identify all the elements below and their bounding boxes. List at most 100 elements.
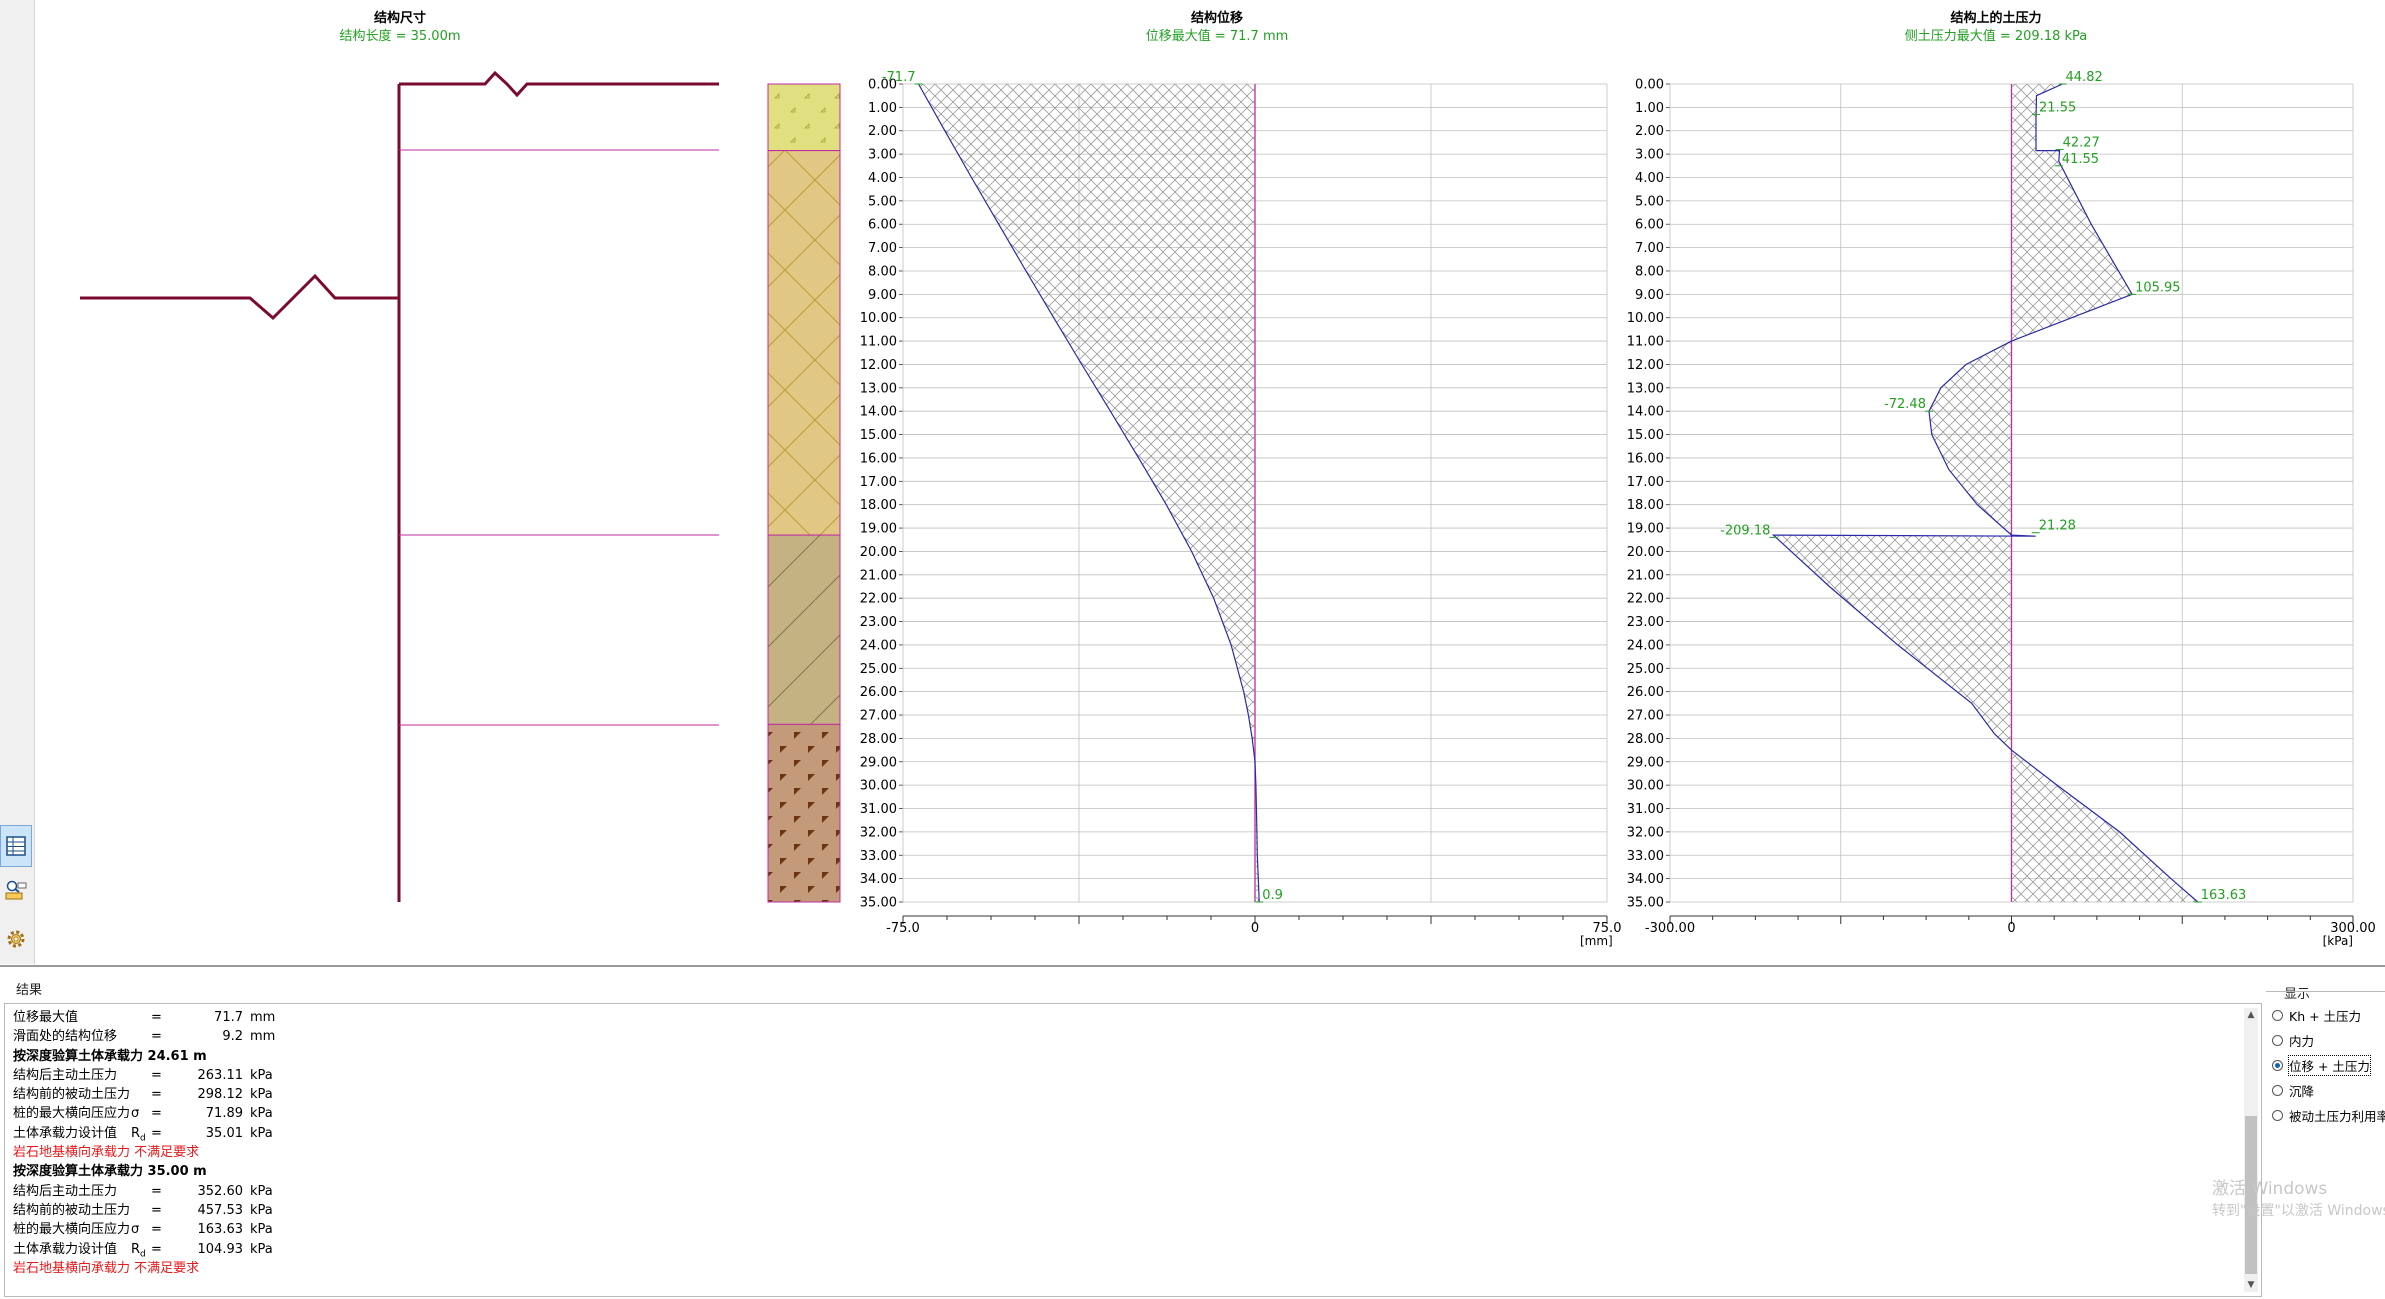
pressure-y-tick-label: 18.00 (1627, 498, 1664, 513)
result-value: 263.11 (197, 1067, 244, 1083)
displacement-y-tick-label: 16.00 (860, 451, 897, 466)
result-unit: kPa (250, 1241, 273, 1257)
structure-dims-title: 结构尺寸 (374, 10, 426, 26)
result-value: 35.01 (205, 1125, 243, 1141)
display-option[interactable]: 内力 (2272, 1029, 2314, 1051)
result-symbol: σ (131, 1106, 140, 1122)
pressure-y-tick-label: 17.00 (1627, 475, 1664, 490)
soil-layer-1 (767, 83, 841, 152)
pressure-y-tick-label: 21.00 (1627, 568, 1664, 583)
watermark-line-2: 转到"设置"以激活 Windows (2212, 1203, 2385, 1219)
result-row: 桩的最大横向压应力σ = 163.63 kPa (13, 1220, 2213, 1239)
displacement-y-tick-label: 6.00 (868, 218, 897, 233)
pressure-y-tick-label: 23.00 (1627, 615, 1664, 630)
displacement-y-tick-label: 1.00 (868, 101, 897, 116)
result-label: 位移最大值 (13, 1010, 79, 1025)
displacement-y-tick-label: 29.00 (860, 755, 897, 770)
displacement-y-tick-label: 18.00 (860, 498, 897, 513)
result-label: 桩的最大横向压应力 (13, 1106, 131, 1122)
displacement-y-tick-label: 26.00 (860, 685, 897, 700)
displacement-y-tick-label: 4.00 (868, 171, 897, 186)
watermark-line-1: 激活 Windows (2212, 1179, 2328, 1199)
pressure-y-tick-label: 14.00 (1627, 405, 1664, 420)
display-option[interactable]: 被动土压力利用率 (2272, 1104, 2385, 1126)
pressure-y-tick-label: 31.00 (1627, 802, 1664, 817)
windows-activation-watermark: 激活 Windows 转到"设置"以激活 Windows (2212, 1178, 2385, 1222)
result-label: 桩的最大横向压应力 (13, 1222, 131, 1238)
result-label: 结构后主动土压力 (13, 1067, 118, 1083)
radio-unchecked-icon[interactable] (2272, 1009, 2283, 1021)
result-unit: kPa (250, 1067, 273, 1083)
result-value: 71.7 (214, 1010, 243, 1025)
pressure-unit-label: [kPa] (2323, 934, 2353, 948)
result-unit: kPa (250, 1125, 273, 1141)
result-symbol: σ (131, 1222, 140, 1238)
displacement-y-tick-label: 25.00 (860, 662, 897, 677)
display-option-label: 内力 (2289, 1033, 2315, 1049)
result-row: 结构前的被动土压力 = 298.12 kPa (13, 1085, 2213, 1104)
pressure-chart: 0.00 1.00 2.00 3.00 4.00 5.00 6.00 7.00 8.00 9.00… (1627, 70, 2376, 936)
results-panel: 结果 位移最大值 = 71.7 mm 滑面处的结构位移 = 9.2 mm 按深度验算土体承载力 … (0, 975, 2262, 1299)
displacement-y-tick-label: 15.00 (860, 428, 897, 443)
left-toolbar (0, 0, 35, 964)
display-option[interactable]: Kh + 土压力 (2272, 1004, 2361, 1026)
structure-sketch (80, 70, 719, 902)
display-option-label: Kh + 土压力 (2289, 1008, 2362, 1024)
displacement-y-tick-label: 34.00 (860, 872, 897, 887)
display-panel: 显示 Kh + 土压力 内力 位移 + 土压力 沉降 被动土压力利用率 (2264, 975, 2385, 1299)
display-option[interactable]: 沉降 (2272, 1079, 2314, 1101)
result-equals: = (151, 1202, 162, 1218)
result-label: 滑面处的结构位移 (13, 1029, 118, 1045)
table-view-button[interactable] (0, 825, 32, 867)
result-unit: kPa (250, 1087, 273, 1103)
result-row: 结构后主动土压力 = 263.11 kPa (13, 1066, 2213, 1085)
result-unit: kPa (250, 1183, 273, 1199)
displacement-y-tick-label: 22.00 (860, 592, 897, 607)
results-panel-label: 结果 (16, 983, 43, 998)
displacement-chart: 0.001.002.003.004.005.006.007.008.009.00… (860, 70, 1622, 936)
results-box[interactable]: 位移最大值 = 71.7 mm 滑面处的结构位移 = 9.2 mm 按深度验算土体承载力 24.… (4, 1003, 2262, 1297)
radio-unchecked-icon[interactable] (2272, 1084, 2283, 1096)
displacement-y-tick-label: 14.00 (860, 405, 897, 420)
result-equals: = (151, 1125, 162, 1141)
result-row: 结构后主动土压力 = 352.60 kPa (13, 1182, 2213, 1201)
displacement-y-tick-label: 11.00 (860, 335, 897, 350)
displacement-y-tick-label: 28.00 (860, 732, 897, 747)
pressure-y-tick-label: 28.00 (1627, 732, 1664, 747)
result-row: 滑面处的结构位移 = 9.2 mm (13, 1027, 2213, 1046)
results-scrollbar[interactable]: ▲ ▼ (2244, 1008, 2258, 1292)
display-option[interactable]: 位移 + 土压力 (2272, 1054, 2371, 1076)
radio-checked-icon[interactable] (2272, 1059, 2283, 1071)
displacement-y-tick-label: 19.00 (860, 522, 897, 537)
drawing-canvas: 结构尺寸 结构长度 = 35.00m 结构位移 位移最大值 = 71.7 mm … (35, 0, 2385, 964)
result-label: 结构前的被动土压力 (13, 1202, 131, 1218)
pressure-y-tick-label: 7.00 (1635, 241, 1664, 256)
result-row: 桩的最大横向压应力σ = 71.89 kPa (13, 1104, 2213, 1123)
display-option-label: 沉降 (2289, 1083, 2315, 1099)
display-option-label: 位移 + 土压力 (2288, 1054, 2371, 1076)
scroll-down-arrow-icon[interactable]: ▼ (2244, 1278, 2258, 1292)
drawing-svg: 结构尺寸 结构长度 = 35.00m 结构位移 位移最大值 = 71.7 mm … (80, 10, 2376, 948)
settings-button[interactable] (0, 918, 32, 960)
result-value: 9.2 (222, 1029, 243, 1045)
structure-dims-subtitle: 结构长度 = 35.00m (339, 28, 460, 44)
radio-unchecked-icon[interactable] (2272, 1109, 2283, 1121)
pressure-y-tick-label: 19.00 (1627, 522, 1664, 537)
pressure-y-tick-label: 3.00 (1635, 148, 1664, 163)
displacement-y-tick-label: 23.00 (860, 615, 897, 630)
displacement-x-tick-label: 0 (1251, 921, 1259, 936)
pressure-x-tick-label: 0 (2007, 921, 2015, 936)
displacement-x-tick-label: -75.0 (886, 921, 920, 936)
pressure-y-tick-label: 0.00 (1635, 78, 1664, 93)
soil-layer-4 (767, 723, 841, 903)
pressure-y-tick-label: 16.00 (1627, 451, 1664, 466)
pressure-annotation-label: 41.55 (2062, 152, 2099, 167)
text-edit-button[interactable] (0, 870, 32, 912)
pressure-y-tick-label: 34.00 (1627, 872, 1664, 887)
radio-unchecked-icon[interactable] (2272, 1034, 2283, 1046)
panel-divider[interactable] (0, 965, 2385, 967)
scroll-up-arrow-icon[interactable]: ▲ (2244, 1008, 2258, 1022)
pressure-y-tick-label: 12.00 (1627, 358, 1664, 373)
pressure-chart-title: 结构上的土压力 (1950, 10, 2041, 26)
pressure-annotation-label: 42.27 (2063, 135, 2100, 150)
